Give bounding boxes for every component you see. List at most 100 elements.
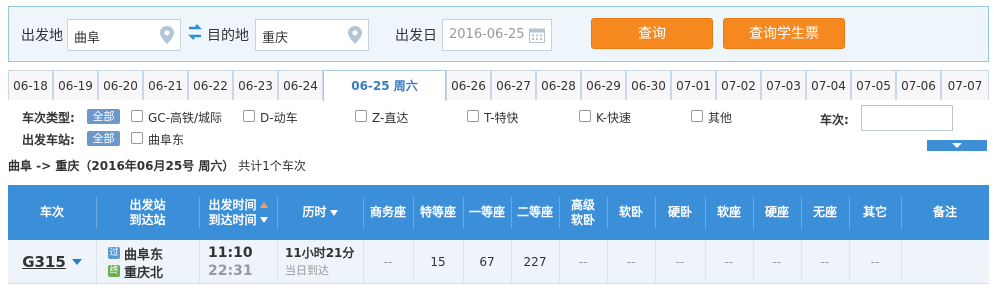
query-student-button[interactable]: 查询学生票 <box>723 18 845 49</box>
search-bar: 出发地 曲阜 目的地 重庆 出发日 2016-06-25 查询 查询学生票 <box>8 6 989 62</box>
date-tab[interactable]: 07-01 <box>671 70 716 100</box>
location-pin-icon[interactable] <box>160 26 174 48</box>
from-label: 出发地 <box>21 28 63 44</box>
duration: 11小时21分 <box>285 246 355 260</box>
arrive-time: 22:31 <box>208 263 253 279</box>
date-tab[interactable]: 07-06 <box>896 70 941 100</box>
premium-seat-cell[interactable]: 15 <box>413 240 463 284</box>
date-tab[interactable]: 06-20 <box>98 70 143 100</box>
date-tab[interactable]: 06-22 <box>188 70 233 100</box>
to-label: 目的地 <box>207 28 249 44</box>
times-cell: 11:10 22:31 <box>208 244 253 280</box>
date-tab[interactable]: 06-30 <box>626 70 671 100</box>
train-no-input[interactable] <box>861 105 953 131</box>
train-type-d-label: D-动车 <box>260 111 298 125</box>
train-number-cell[interactable]: G315 <box>8 240 96 284</box>
hard-seat-cell: -- <box>772 255 782 269</box>
train-type-gc-label: GC-高铁/城际 <box>148 111 223 125</box>
terminal-station-icon: 终 <box>108 265 120 277</box>
checkbox-d[interactable] <box>243 110 255 122</box>
chevron-down-icon[interactable] <box>71 259 82 265</box>
checkbox-station-qufudong[interactable] <box>131 132 143 144</box>
header-soft-sleeper: 软卧 <box>618 205 643 219</box>
location-pin-icon[interactable] <box>348 26 362 48</box>
soft-seat-cell: -- <box>724 255 734 269</box>
collapse-filter-button[interactable] <box>927 140 987 151</box>
checkbox-z[interactable] <box>355 110 367 122</box>
date-tab[interactable]: 06-29 <box>581 70 626 100</box>
train-number-link[interactable]: G315 <box>22 253 66 271</box>
first-class-cell[interactable]: 67 <box>463 240 511 284</box>
date-input[interactable]: 2016-06-25 <box>442 19 552 51</box>
date-tab[interactable]: 06-28 <box>536 70 581 100</box>
header-first: 一等座 <box>468 205 505 219</box>
train-type-other-label: 其他 <box>708 111 733 125</box>
header-adv-soft-sleeper: 高级 软卧 <box>570 197 595 227</box>
date-tab[interactable]: 06-19 <box>53 70 98 100</box>
date-tab[interactable]: 07-05 <box>851 70 896 100</box>
sort-up-icon[interactable] <box>259 202 268 208</box>
date-tab[interactable]: 06-23 <box>233 70 278 100</box>
date-tab[interactable]: 07-03 <box>761 70 806 100</box>
date-tab[interactable]: 06-26 <box>446 70 491 100</box>
second-class-cell[interactable]: 227 <box>511 240 559 284</box>
checkbox-gc[interactable] <box>131 110 143 122</box>
header-hard-sleeper: 硬卧 <box>667 205 692 219</box>
from-input[interactable]: 曲阜 <box>67 19 181 51</box>
header-times[interactable]: 出发时间 到达时间 <box>199 185 277 240</box>
date-tab[interactable]: 07-07 <box>941 70 989 100</box>
date-tab[interactable]: 06-27 <box>491 70 536 100</box>
checkbox-other[interactable] <box>691 110 703 122</box>
train-type-all-button[interactable]: 全部 <box>87 109 120 124</box>
header-hard-seat: 硬座 <box>764 205 789 219</box>
header-no-seat: 无座 <box>812 205 837 219</box>
train-type-t-label: T-特快 <box>484 111 519 125</box>
header-business: 商务座 <box>369 205 406 219</box>
to-value: 重庆 <box>262 31 289 46</box>
result-summary: 曲阜 -> 重庆（2016年06月25号 周六） 共计1个车次 <box>8 157 306 174</box>
header-second: 二等座 <box>516 205 553 219</box>
header-stations: 出发站 到达站 <box>129 197 166 227</box>
to-station[interactable]: 重庆北 <box>124 262 163 281</box>
checkbox-k[interactable] <box>579 110 591 122</box>
table-header: 车次 出发站 到达站 出发时间 到达时间 历时 商务座 特等座 一等座 二等座 … <box>8 185 989 240</box>
pass-station-icon: 过 <box>108 247 120 259</box>
depart-station-label: 出发车站: <box>22 133 75 147</box>
header-premium: 特等座 <box>419 205 456 219</box>
header-soft-seat: 软座 <box>716 205 741 219</box>
header-duration[interactable]: 历时 <box>277 185 363 240</box>
calendar-icon[interactable] <box>529 27 545 47</box>
to-input[interactable]: 重庆 <box>255 19 369 51</box>
train-type-z-label: Z-直达 <box>372 111 409 125</box>
from-station[interactable]: 曲阜东 <box>124 244 163 263</box>
date-tab[interactable]: 07-02 <box>716 70 761 100</box>
header-other: 其它 <box>862 205 887 219</box>
date-tab[interactable]: 06-18 <box>8 70 53 100</box>
sort-down-icon[interactable] <box>329 209 338 216</box>
station-qufudong-label: 曲阜东 <box>148 133 185 147</box>
remark-cell <box>901 240 989 284</box>
adv-soft-sleeper-cell: -- <box>578 255 588 269</box>
sort-down-icon[interactable] <box>259 217 268 223</box>
hard-sleeper-cell: -- <box>675 255 685 269</box>
swap-icon[interactable] <box>187 23 203 44</box>
date-tabs: 06-18 06-19 06-20 06-21 06-22 06-23 06-24 06-25… <box>8 70 989 101</box>
date-tab[interactable]: 06-24 <box>278 70 323 100</box>
date-label: 出发日 <box>395 28 437 44</box>
checkbox-t[interactable] <box>467 110 479 122</box>
no-seat-cell: -- <box>820 255 830 269</box>
header-train: 车次 <box>39 205 64 219</box>
station-all-button[interactable]: 全部 <box>87 131 120 146</box>
duration-cell: 11小时21分 当日到达 <box>285 244 354 280</box>
date-tab[interactable]: 06-25 周六 <box>323 70 446 101</box>
query-button[interactable]: 查询 <box>591 18 713 49</box>
date-tab[interactable]: 06-21 <box>143 70 188 100</box>
filter-panel: 车次类型: 全部 GC-高铁/城际 D-动车 Z-直达 T-特快 K-快速 其他… <box>8 100 989 151</box>
stations-cell: 过 曲阜东 终 重庆北 <box>108 244 163 281</box>
train-type-k-label: K-快速 <box>596 111 631 125</box>
other-seat-cell: -- <box>870 255 880 269</box>
route-summary: 曲阜 -> 重庆（2016年06月25号 周六） <box>8 159 235 173</box>
date-tab[interactable]: 07-04 <box>806 70 851 100</box>
train-count: 共计1个车次 <box>238 159 306 173</box>
table-row: G315 过 曲阜东 终 重庆北 11:10 22:31 11小时21分 当日到… <box>8 240 989 284</box>
